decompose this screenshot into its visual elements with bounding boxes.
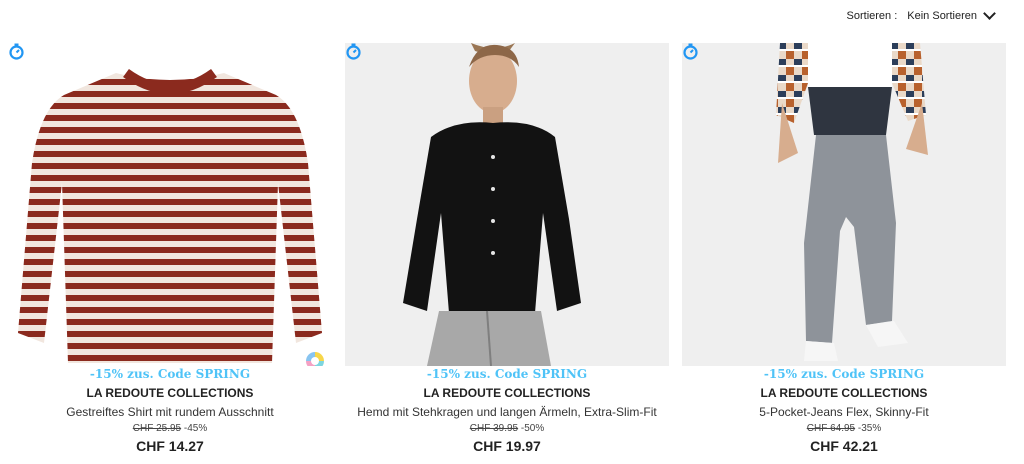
product-name[interactable]: Hemd mit Stehkragen und langen Ärmeln, E… <box>345 405 669 419</box>
price: CHF 14.27 <box>136 438 204 454</box>
old-price-row: CHF 39.95 -50% <box>345 423 669 434</box>
product-image[interactable] <box>8 43 332 366</box>
sort-dropdown[interactable]: Kein Sortieren <box>907 7 996 22</box>
product-name[interactable]: Gestreiftes Shirt mit rundem Ausschnitt <box>8 405 332 419</box>
promo-text: -15% zus. Code SPRING <box>763 367 925 381</box>
discount: -45% <box>183 423 208 434</box>
price: CHF 42.21 <box>810 438 878 454</box>
old-price-row: CHF 25.95 -45% <box>8 423 332 434</box>
discount: -50% <box>520 423 545 434</box>
product-card[interactable]: -15% zus. Code SPRING LA REDOUTE COLLECT… <box>345 43 669 464</box>
discount: -35% <box>857 423 882 434</box>
promo-text: -15% zus. Code SPRING <box>426 367 588 381</box>
old-price: CHF 39.95 <box>469 423 519 434</box>
price: CHF 19.97 <box>473 438 541 454</box>
product-image[interactable] <box>682 43 1006 366</box>
old-price: CHF 25.95 <box>132 423 182 434</box>
brand-name: LA REDOUTE COLLECTIONS <box>423 386 591 400</box>
promo-text: -15% zus. Code SPRING <box>89 367 251 381</box>
sort-value[interactable]: Kein Sortieren <box>907 10 977 22</box>
old-price-row: CHF 64.95 -35% <box>682 423 1006 434</box>
grey-jeans-model-image <box>682 43 1006 366</box>
black-shirt-model-image <box>345 43 669 366</box>
sort-bar: Sortieren : Kein Sortieren <box>846 7 996 22</box>
brand-name: LA REDOUTE COLLECTIONS <box>760 386 928 400</box>
chevron-down-icon[interactable] <box>983 7 996 20</box>
product-card[interactable]: -15% zus. Code SPRING LA REDOUTE COLLECT… <box>682 43 1006 464</box>
sort-label: Sortieren : <box>846 10 898 22</box>
striped-shirt-image <box>18 68 322 363</box>
product-name[interactable]: 5-Pocket-Jeans Flex, Skinny-Fit <box>682 405 1006 419</box>
color-swatch-icon[interactable] <box>306 352 324 366</box>
timer-icon <box>346 43 361 60</box>
brand-name: LA REDOUTE COLLECTIONS <box>86 386 254 400</box>
timer-icon <box>9 43 24 60</box>
timer-icon <box>683 43 698 60</box>
product-card[interactable]: -15% zus. Code SPRING LA REDOUTE COLLECT… <box>8 43 332 464</box>
old-price: CHF 64.95 <box>806 423 856 434</box>
product-image[interactable] <box>345 43 669 366</box>
